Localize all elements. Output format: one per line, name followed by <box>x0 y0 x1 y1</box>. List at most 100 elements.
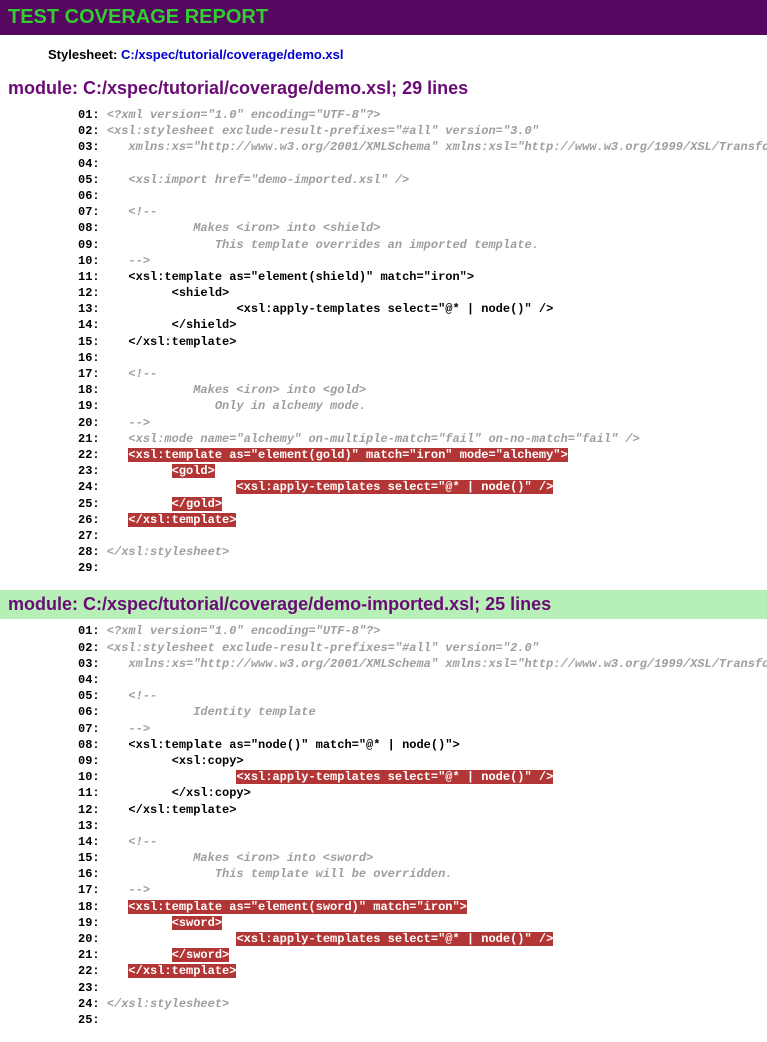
line-number: 15: <box>78 335 107 349</box>
line-number: 16: <box>78 867 107 881</box>
line-number: 01: <box>78 108 107 122</box>
code-segment: xmlns:xs="http://www.w3.org/2001/XMLSche… <box>107 657 767 671</box>
module-heading: module: C:/xspec/tutorial/coverage/demo-… <box>0 590 767 619</box>
code-segment: <xsl:apply-templates select="@* | node()… <box>236 302 553 316</box>
line-number: 16: <box>78 351 107 365</box>
line-number: 12: <box>78 286 107 300</box>
code-segment <box>107 964 129 978</box>
line-number: 26: <box>78 513 107 527</box>
code-segment <box>107 754 172 768</box>
line-number: 05: <box>78 173 107 187</box>
code-segment: </xsl:template> <box>128 335 236 349</box>
code-segment: </shield> <box>172 318 237 332</box>
code-segment: <xsl:template as="element(sword)" match=… <box>128 900 466 914</box>
code-segment: Makes <iron> into <gold> <box>107 383 366 397</box>
code-segment: </xsl:template> <box>128 513 236 527</box>
code-segment: <xsl:apply-templates select="@* | node()… <box>236 480 553 494</box>
line-number: 14: <box>78 318 107 332</box>
code-segment: </xsl:stylesheet> <box>107 997 229 1011</box>
stylesheet-row: Stylesheet: C:/xspec/tutorial/coverage/d… <box>48 47 767 62</box>
code-block: 01: <?xml version="1.0" encoding="UTF-8"… <box>78 623 767 1028</box>
code-segment <box>107 318 172 332</box>
line-number: 27: <box>78 529 107 543</box>
report-title: TEST COVERAGE REPORT <box>0 0 767 35</box>
line-number: 04: <box>78 673 107 687</box>
line-number: 15: <box>78 851 107 865</box>
line-number: 14: <box>78 835 107 849</box>
line-number: 22: <box>78 448 107 462</box>
code-block: 01: <?xml version="1.0" encoding="UTF-8"… <box>78 107 767 576</box>
line-number: 21: <box>78 948 107 962</box>
code-segment: </sword> <box>172 948 230 962</box>
stylesheet-label: Stylesheet: <box>48 47 121 62</box>
code-segment: Makes <iron> into <sword> <box>107 851 373 865</box>
line-number: 11: <box>78 786 107 800</box>
code-segment <box>107 335 129 349</box>
code-segment <box>107 738 129 752</box>
code-segment: <!-- <box>107 835 157 849</box>
code-segment: --> <box>107 254 150 268</box>
line-number: 17: <box>78 367 107 381</box>
line-number: 13: <box>78 302 107 316</box>
line-number: 01: <box>78 624 107 638</box>
line-number: 21: <box>78 432 107 446</box>
code-segment: <?xml version="1.0" encoding="UTF-8"?> <box>107 108 381 122</box>
line-number: 25: <box>78 1013 107 1027</box>
code-segment <box>107 900 129 914</box>
line-number: 22: <box>78 964 107 978</box>
code-segment <box>107 497 172 511</box>
code-segment: <?xml version="1.0" encoding="UTF-8"?> <box>107 624 381 638</box>
code-segment <box>107 480 237 494</box>
code-segment: --> <box>107 722 150 736</box>
line-number: 29: <box>78 561 107 575</box>
code-segment: <xsl:template as="node()" match="@* | no… <box>128 738 459 752</box>
line-number: 03: <box>78 140 107 154</box>
code-segment: <!-- <box>107 205 157 219</box>
code-segment: <xsl:template as="element(gold)" match="… <box>128 448 567 462</box>
line-number: 08: <box>78 738 107 752</box>
code-segment: <xsl:mode name="alchemy" on-multiple-mat… <box>107 432 640 446</box>
line-number: 05: <box>78 689 107 703</box>
line-number: 04: <box>78 157 107 171</box>
code-segment: --> <box>107 416 150 430</box>
code-segment: <gold> <box>172 464 215 478</box>
code-segment: This template will be overridden. <box>107 867 453 881</box>
line-number: 20: <box>78 932 107 946</box>
code-segment <box>107 770 237 784</box>
code-segment: This template overrides an imported temp… <box>107 238 539 252</box>
line-number: 08: <box>78 221 107 235</box>
code-segment: <xsl:apply-templates select="@* | node()… <box>236 770 553 784</box>
line-number: 24: <box>78 480 107 494</box>
line-number: 12: <box>78 803 107 817</box>
code-segment <box>107 932 237 946</box>
code-segment: <xsl:copy> <box>172 754 244 768</box>
code-segment: --> <box>107 883 150 897</box>
code-segment: <xsl:template as="element(shield)" match… <box>128 270 474 284</box>
code-segment: </xsl:template> <box>128 964 236 978</box>
module-heading: module: C:/xspec/tutorial/coverage/demo.… <box>0 74 767 103</box>
code-segment: xmlns:xs="http://www.w3.org/2001/XMLSche… <box>107 140 767 154</box>
stylesheet-link[interactable]: C:/xspec/tutorial/coverage/demo.xsl <box>121 47 344 62</box>
line-number: 02: <box>78 641 107 655</box>
code-segment: <shield> <box>172 286 230 300</box>
code-segment <box>107 286 172 300</box>
code-segment: <sword> <box>172 916 222 930</box>
line-number: 18: <box>78 900 107 914</box>
line-number: 03: <box>78 657 107 671</box>
line-number: 10: <box>78 770 107 784</box>
code-segment <box>107 464 172 478</box>
line-number: 02: <box>78 124 107 138</box>
code-segment: </xsl:template> <box>128 803 236 817</box>
code-segment: Only in alchemy mode. <box>107 399 366 413</box>
code-segment <box>107 786 172 800</box>
code-segment <box>107 448 129 462</box>
line-number: 24: <box>78 997 107 1011</box>
code-segment <box>107 803 129 817</box>
code-segment: <!-- <box>107 367 157 381</box>
line-number: 19: <box>78 916 107 930</box>
line-number: 28: <box>78 545 107 559</box>
line-number: 23: <box>78 981 107 995</box>
line-number: 23: <box>78 464 107 478</box>
code-segment <box>107 948 172 962</box>
line-number: 13: <box>78 819 107 833</box>
